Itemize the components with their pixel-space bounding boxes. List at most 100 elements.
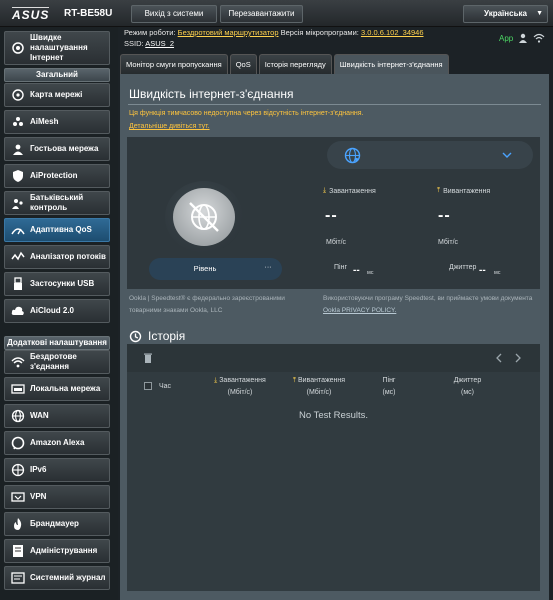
trash-icon[interactable] [144,353,152,363]
quick-setup-icon [10,40,26,56]
status-icons: App [499,33,545,43]
tab-qos[interactable]: QoS [229,54,257,74]
asus-logo: ASUS [12,7,50,22]
sidebar-item-label: WAN [30,411,49,420]
jitter-unit: мс [494,270,501,276]
sidebar-item-label: Брандмауер [30,519,79,528]
upload-arrow-icon: ⤒ [437,187,441,194]
usb-icon [10,276,26,292]
tab-bar: Монітор смуги пропускання QoS Історія пе… [120,54,451,74]
level-selector[interactable]: Рівень ··· [149,258,282,280]
sidebar-item-parental-control[interactable]: Батьківський контроль [4,191,110,215]
history-title: Історія [148,329,186,343]
ookla-trademark-text: Ookla | Speedtest® є федерально зареєстр… [129,295,285,314]
sidebar-item-network-map[interactable]: Карта мережі [4,83,110,107]
sidebar-item-firewall[interactable]: Брандмауер [4,512,110,536]
sidebar-item-lan[interactable]: Локальна мережа [4,377,110,401]
history-table: Час ⤓ Завантаження (Мбіт/с) ⤒ Вивантажен… [127,344,540,591]
sidebar-item-system-log[interactable]: Системний журнал [4,566,110,590]
qos-icon [10,222,26,238]
aiprotection-icon [10,168,26,184]
sidebar-item-traffic-analyzer[interactable]: Аналізатор потоків [4,245,110,269]
select-all-checkbox[interactable] [144,382,152,390]
download-label: ⤓ Завантаження [323,187,376,195]
advanced-section-header: Додаткові налаштування [4,336,110,350]
router-info: Режим роботи: Бездротовий маршрутизатор … [124,27,424,49]
sidebar-item-label: Локальна мережа [30,384,101,393]
column-ping[interactable]: Пінг (мс) [369,375,409,399]
sidebar-item-guest-network[interactable]: Гостьова мережа [4,137,110,161]
chevron-down-icon [502,152,512,158]
main-panel: Швидкість інтернет-з'єднання Ця функція … [120,74,549,600]
sidebar-item-label: Amazon Alexa [30,438,85,447]
wireless-icon [10,354,26,370]
sidebar-item-wireless[interactable]: Бездротове з'єднання [4,350,110,374]
system-log-icon [10,570,26,586]
sidebar-item-label: Швидке налаштування Інтернет [30,33,88,62]
sidebar-item-label: Адміністрування [30,546,98,555]
history-icon [129,330,142,342]
user-icon[interactable] [518,33,528,43]
sidebar-item-vpn[interactable]: VPN [4,485,110,509]
server-select[interactable] [327,141,533,169]
traffic-analyzer-icon [10,249,26,265]
ssid-value[interactable]: ASUS_2 [145,39,174,48]
column-upload[interactable]: ⤒ Вивантаження (Мбіт/с) [279,375,359,399]
administration-icon [10,543,26,559]
firmware-value[interactable]: 3.0.0.6.102_34946 [361,28,424,37]
column-time[interactable]: Час [159,381,179,393]
sidebar-item-ipv6[interactable]: IPv6 [4,458,110,482]
upload-label: ⤒ Вивантаження [437,187,491,195]
sidebar-item-label: Карта мережі [30,90,83,99]
empty-state: No Test Results. [299,410,368,421]
sidebar-item-quick-setup[interactable]: Швидке налаштування Інтернет [4,31,110,65]
sidebar-item-usb[interactable]: Застосунки USB [4,272,110,296]
sidebar-item-label: IPv6 [30,465,47,474]
sidebar-item-aicloud[interactable]: AiCloud 2.0 [4,299,110,323]
sidebar-item-alexa[interactable]: Amazon Alexa [4,431,110,455]
ipv6-icon [10,462,26,478]
tab-web-history[interactable]: Історія перегляду [258,54,332,74]
reboot-button[interactable]: Перезавантажити [220,5,303,23]
column-jitter[interactable]: Джиттер (мс) [445,375,490,399]
alexa-icon [10,435,26,451]
chevron-left-icon[interactable] [495,353,503,363]
sidebar-item-label: Бездротове з'єднання [30,352,77,371]
chevron-right-icon[interactable] [514,353,522,363]
sidebar-item-wan[interactable]: WAN [4,404,110,428]
logout-button[interactable]: Вихід з системи [131,5,217,23]
ping-unit: мс [367,270,374,276]
tab-internet-speed[interactable]: Швидкість інтернет-з'єднання [333,54,449,74]
tab-bandwidth-monitor[interactable]: Монітор смуги пропускання [120,54,228,74]
sidebar-item-aiprotection[interactable]: AiProtection [4,164,110,188]
firewall-icon [10,516,26,532]
app-link[interactable]: App [499,34,513,43]
ssid-label: SSID: [124,39,144,48]
sidebar-item-label: Адаптивна QoS [30,225,92,234]
sidebar-item-qos[interactable]: Адаптивна QoS [4,218,110,242]
sidebar-item-administration[interactable]: Адміністрування [4,539,110,563]
top-bar: ASUS RT-BE58U Вихід з системи Перезавант… [0,0,553,27]
globe-icon [344,147,361,164]
language-value: Українська [484,9,527,18]
gauge-button[interactable] [173,188,235,246]
download-arrow-icon: ⤓ [323,187,327,194]
guest-network-icon [10,141,26,157]
sidebar-item-label: Застосунки USB [30,279,95,288]
upload-unit: Мбіт/с [438,239,459,246]
sidebar-item-aimesh[interactable]: AiMesh [4,110,110,134]
sidebar-item-label: Батьківський контроль [30,193,84,212]
language-select[interactable]: Українська ▼ [463,5,548,23]
model-name: RT-BE58U [64,8,113,19]
no-internet-icon [189,202,219,232]
details-link[interactable]: Детальніше дивіться тут. [129,123,210,130]
wifi-icon[interactable] [533,33,545,43]
mode-label: Режим роботи: [124,28,176,37]
column-download[interactable]: ⤓ Завантаження (Мбіт/с) [200,375,280,399]
privacy-policy-link[interactable]: Ookla PRIVACY POLICY. [323,307,396,314]
mode-value[interactable]: Бездротовий маршрутизатор [178,28,279,37]
divider [128,104,541,105]
upload-value: -- [438,207,451,224]
download-value: -- [325,207,338,224]
sidebar-item-label: Аналізатор потоків [30,252,106,261]
